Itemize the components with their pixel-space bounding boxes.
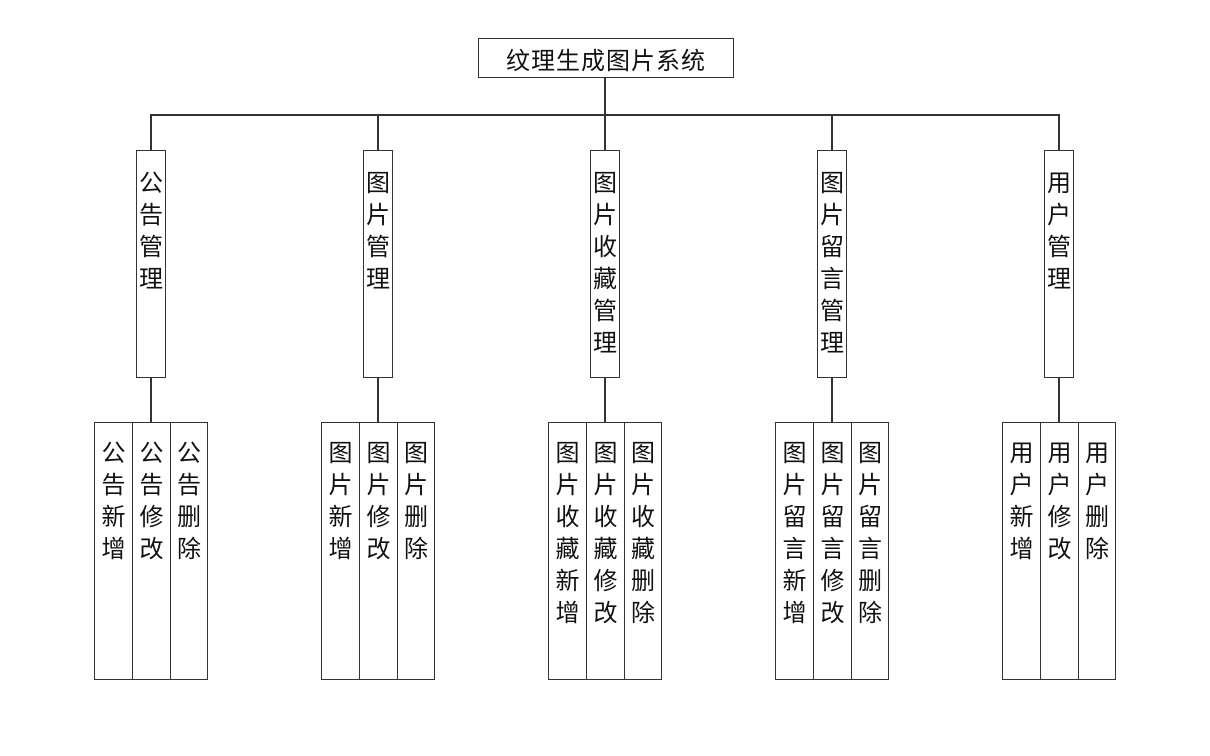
module-connector-1 [377, 114, 379, 150]
module-connector-3 [831, 114, 833, 150]
leaf-node-0-2-label: 公告删除 [177, 439, 201, 563]
leaf-node-0-1-label: 公告修改 [139, 439, 164, 563]
leaf-node-2-0-label: 图片收藏新增 [555, 439, 580, 627]
module-node-2: 图片收藏管理 [590, 150, 620, 378]
leaf-node-0-1: 公告修改 [132, 422, 171, 680]
leaf-node-2-1: 图片收藏修改 [586, 422, 625, 680]
leaf-node-4-2-label: 用户删除 [1085, 439, 1109, 563]
leaf-node-4-0-label: 用户新增 [1009, 439, 1034, 563]
module-node-0-label: 公告管理 [139, 169, 163, 293]
leaf-node-2-1-label: 图片收藏修改 [593, 439, 618, 627]
leaf-node-4-2: 用户删除 [1078, 422, 1116, 680]
system-structure-diagram: 纹理生成图片系统 公告管理公告新增公告修改公告删除 图片管理图片新增图片修改图片删… [0, 0, 1210, 756]
leaf-node-3-0: 图片留言新增 [775, 422, 814, 680]
module-node-1: 图片管理 [363, 150, 393, 378]
leaf-node-3-2: 图片留言删除 [851, 422, 889, 680]
module-node-0: 公告管理 [136, 150, 166, 378]
leaf-connector-2 [604, 378, 606, 422]
leaf-node-1-2: 图片删除 [397, 422, 435, 680]
leaf-node-0-0: 公告新增 [94, 422, 133, 680]
module-node-4: 用户管理 [1044, 150, 1074, 378]
leaf-node-4-1: 用户修改 [1040, 422, 1079, 680]
leaf-node-0-0-label: 公告新增 [101, 439, 126, 563]
leaf-node-2-0: 图片收藏新增 [548, 422, 587, 680]
leaf-node-4-0: 用户新增 [1002, 422, 1041, 680]
leaf-node-2-2: 图片收藏删除 [624, 422, 662, 680]
root-node: 纹理生成图片系统 [478, 38, 734, 78]
leaf-connector-3 [831, 378, 833, 422]
module-connector-4 [1058, 114, 1060, 150]
root-title: 纹理生成图片系统 [506, 46, 706, 75]
leaf-node-3-1: 图片留言修改 [813, 422, 852, 680]
leaf-connector-1 [377, 378, 379, 422]
leaf-node-0-2: 公告删除 [170, 422, 208, 680]
leaf-node-1-0: 图片新增 [321, 422, 360, 680]
leaf-node-2-2-label: 图片收藏删除 [631, 439, 655, 627]
leaf-node-1-1: 图片修改 [359, 422, 398, 680]
leaf-node-1-2-label: 图片删除 [404, 439, 428, 563]
leaf-connector-4 [1058, 378, 1060, 422]
module-connector-0 [150, 114, 152, 150]
root-connector [604, 78, 606, 114]
leaf-connector-0 [150, 378, 152, 422]
module-node-1-label: 图片管理 [366, 169, 390, 293]
module-node-2-label: 图片收藏管理 [593, 169, 617, 357]
module-node-3-label: 图片留言管理 [820, 169, 844, 357]
module-node-4-label: 用户管理 [1047, 169, 1071, 293]
leaf-node-3-1-label: 图片留言修改 [820, 439, 845, 627]
leaf-node-3-2-label: 图片留言删除 [858, 439, 882, 627]
leaf-node-3-0-label: 图片留言新增 [782, 439, 807, 627]
module-connector-2 [604, 114, 606, 150]
leaf-node-1-0-label: 图片新增 [328, 439, 353, 563]
leaf-node-4-1-label: 用户修改 [1047, 439, 1072, 563]
module-node-3: 图片留言管理 [817, 150, 847, 378]
leaf-node-1-1-label: 图片修改 [366, 439, 391, 563]
